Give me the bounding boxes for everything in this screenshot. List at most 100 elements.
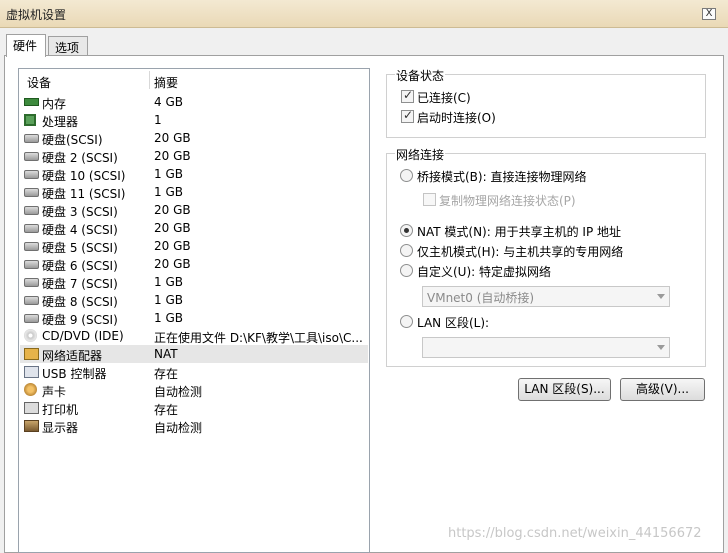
device-summary: 1 GB	[154, 293, 183, 307]
device-summary: 20 GB	[154, 149, 191, 163]
device-summary: 1 GB	[154, 275, 183, 289]
custom-network-select[interactable]: VMnet0 (自动桥接)	[422, 286, 670, 307]
device-summary: 1 GB	[154, 167, 183, 181]
hard-disk-icon	[24, 224, 39, 233]
column-summary-header[interactable]: 摘要	[154, 74, 178, 91]
device-name: 打印机	[42, 403, 79, 417]
device-name: 硬盘 4 (SCSI)	[42, 223, 118, 237]
device-summary: 20 GB	[154, 257, 191, 271]
device-name: 内存	[42, 97, 67, 111]
device-row[interactable]: 硬盘 7 (SCSI) 1 GB	[20, 273, 368, 291]
connect-at-power-on-label[interactable]: 启动时连接(O)	[417, 109, 496, 126]
device-row[interactable]: 硬盘 8 (SCSI) 1 GB	[20, 291, 368, 309]
device-summary: 1	[154, 113, 162, 127]
tab-options[interactable]: 选项	[48, 36, 88, 56]
column-device-header[interactable]: 设备	[27, 74, 51, 91]
device-row[interactable]: 内存 4 GB	[20, 93, 368, 111]
processor-icon	[24, 114, 36, 126]
bridged-radio[interactable]	[400, 169, 413, 182]
host-only-label[interactable]: 仅主机模式(H): 与主机共享的专用网络	[417, 243, 623, 260]
hard-disk-icon	[24, 134, 39, 143]
device-summary: 自动检测	[154, 385, 203, 399]
lan-segments-button[interactable]: LAN 区段(S)...	[518, 378, 611, 401]
network-connection-title: 网络连接	[395, 146, 446, 163]
hard-disk-icon	[24, 260, 39, 269]
device-row[interactable]: 硬盘 2 (SCSI) 20 GB	[20, 147, 368, 165]
device-row[interactable]: 硬盘 6 (SCSI) 20 GB	[20, 255, 368, 273]
connect-at-power-on-checkbox[interactable]	[401, 108, 414, 123]
device-row[interactable]: 硬盘 5 (SCSI) 20 GB	[20, 237, 368, 255]
device-summary: 存在	[154, 367, 179, 381]
memory-icon	[24, 98, 39, 106]
device-name: 硬盘 3 (SCSI)	[42, 205, 118, 219]
tab-hardware[interactable]: 硬件	[6, 34, 46, 57]
device-summary: 1 GB	[154, 311, 183, 325]
monitor-icon	[24, 420, 39, 432]
device-row[interactable]: 声卡 自动检测	[20, 381, 368, 399]
device-name: 硬盘 9 (SCSI)	[42, 313, 118, 327]
hard-disk-icon	[24, 188, 39, 197]
device-row[interactable]: 硬盘 11 (SCSI) 1 GB	[20, 183, 368, 201]
device-row[interactable]: 打印机 存在	[20, 399, 368, 417]
nat-label[interactable]: NAT 模式(N): 用于共享主机的 IP 地址	[417, 223, 621, 240]
replicate-checkbox[interactable]	[423, 193, 436, 206]
title-bar: 虚拟机设置 X	[0, 0, 728, 28]
device-row[interactable]: 显示器 自动检测	[20, 417, 368, 435]
connected-label[interactable]: 已连接(C)	[417, 89, 471, 106]
nat-radio[interactable]	[400, 224, 413, 237]
device-summary: 存在	[154, 403, 179, 417]
device-summary: 20 GB	[154, 239, 191, 253]
lan-segment-radio[interactable]	[400, 315, 413, 328]
custom-network-value: VMnet0 (自动桥接)	[427, 291, 535, 305]
device-row[interactable]: 硬盘(SCSI) 20 GB	[20, 129, 368, 147]
device-row[interactable]: CD/DVD (IDE) 正在使用文件 D:\KF\教学\工具\iso\C...	[20, 327, 368, 345]
network-connection-group: 网络连接 桥接模式(B): 直接连接物理网络 复制物理网络连接状态(P) NAT…	[386, 146, 706, 367]
device-name: 声卡	[42, 385, 67, 399]
device-status-title: 设备状态	[395, 67, 446, 84]
printer-icon	[24, 402, 39, 414]
device-row[interactable]: 硬盘 4 (SCSI) 20 GB	[20, 219, 368, 237]
device-list-header: 设备 摘要	[19, 69, 369, 91]
network-adapter-icon	[24, 348, 39, 360]
device-name: 硬盘 8 (SCSI)	[42, 295, 118, 309]
hard-disk-icon	[24, 170, 39, 179]
watermark: https://blog.csdn.net/weixin_44156672	[448, 526, 702, 541]
device-summary: 4 GB	[154, 95, 183, 109]
custom-label[interactable]: 自定义(U): 特定虚拟网络	[417, 263, 551, 280]
device-status-group: 设备状态 已连接(C) 启动时连接(O)	[386, 67, 706, 138]
device-row[interactable]: 硬盘 9 (SCSI) 1 GB	[20, 309, 368, 327]
device-row[interactable]: 硬盘 3 (SCSI) 20 GB	[20, 201, 368, 219]
bridged-label[interactable]: 桥接模式(B): 直接连接物理网络	[417, 168, 586, 185]
hard-disk-icon	[24, 296, 39, 305]
lan-segment-select[interactable]	[422, 337, 670, 358]
host-only-radio[interactable]	[400, 244, 413, 257]
connected-checkbox[interactable]	[401, 88, 414, 103]
device-row[interactable]: 网络适配器 NAT	[20, 345, 368, 363]
close-button[interactable]: X	[702, 8, 716, 20]
custom-radio[interactable]	[400, 264, 413, 277]
device-name: 硬盘 6 (SCSI)	[42, 259, 118, 273]
advanced-button[interactable]: 高级(V)...	[620, 378, 705, 401]
column-separator	[149, 71, 150, 89]
hard-disk-icon	[24, 206, 39, 215]
device-row[interactable]: USB 控制器 存在	[20, 363, 368, 381]
hard-disk-icon	[24, 242, 39, 251]
hard-disk-icon	[24, 278, 39, 287]
hard-disk-icon	[24, 314, 39, 323]
device-summary: 1 GB	[154, 185, 183, 199]
chevron-down-icon	[657, 345, 665, 350]
window-title: 虚拟机设置	[6, 8, 67, 22]
device-row[interactable]: 硬盘 10 (SCSI) 1 GB	[20, 165, 368, 183]
device-summary: 正在使用文件 D:\KF\教学\工具\iso\C...	[154, 331, 363, 345]
lan-segment-label[interactable]: LAN 区段(L):	[417, 314, 489, 331]
device-name: 显示器	[42, 421, 79, 435]
sound-card-icon	[24, 383, 37, 396]
device-name: 处理器	[42, 115, 79, 129]
device-list[interactable]: 设备 摘要 内存 4 GB 处理器 1 硬盘(SCSI) 20 GB 硬盘 2 (SCSI)…	[18, 68, 370, 553]
usb-icon	[24, 366, 39, 378]
device-name: 硬盘(SCSI)	[42, 133, 103, 147]
device-summary: 20 GB	[154, 131, 191, 145]
device-row[interactable]: 处理器 1	[20, 111, 368, 129]
device-summary: 自动检测	[154, 421, 203, 435]
hard-disk-icon	[24, 152, 39, 161]
